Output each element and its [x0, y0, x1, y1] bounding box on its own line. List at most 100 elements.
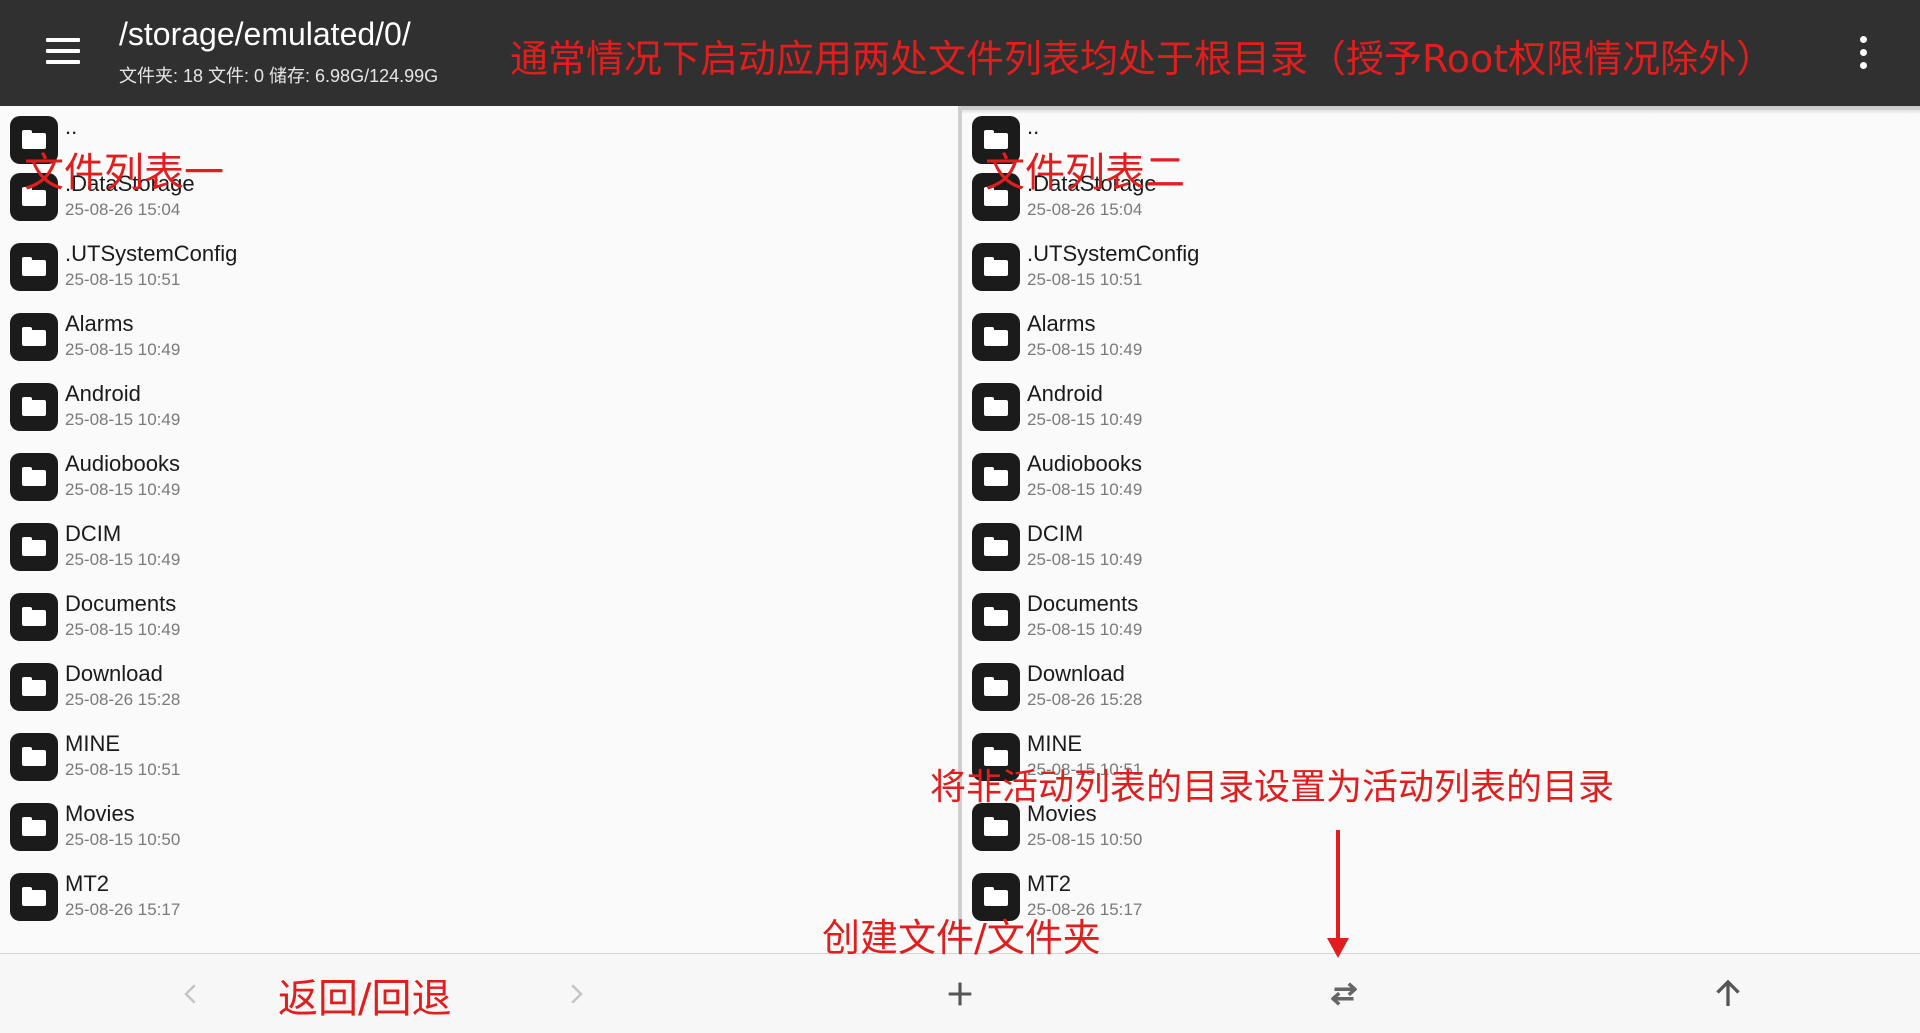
list-item[interactable]: Audiobooks 25-08-15 10:49	[0, 443, 958, 513]
folder-icon	[972, 243, 1020, 291]
item-name: Audiobooks	[1027, 451, 1142, 476]
item-name: Download	[65, 661, 163, 686]
forward-button[interactable]	[536, 954, 616, 1033]
list-item[interactable]: Alarms 25-08-15 10:49	[0, 303, 958, 373]
folder-icon	[10, 873, 58, 921]
chevron-right-icon	[571, 984, 583, 1004]
list-item[interactable]: Download 25-08-26 15:28	[0, 653, 958, 723]
item-date: 25-08-15 10:49	[1027, 340, 1143, 359]
back-button[interactable]	[151, 954, 231, 1033]
item-date: 25-08-15 10:49	[65, 550, 181, 569]
list-item[interactable]: Alarms 25-08-15 10:49	[962, 303, 1920, 373]
item-date: 25-08-15 10:49	[65, 410, 181, 429]
item-name: ..	[1027, 114, 1040, 139]
list-item[interactable]: .UTSystemConfig 25-08-15 10:51	[962, 233, 1920, 303]
item-name: Android	[65, 381, 141, 406]
item-name: Download	[1027, 661, 1125, 686]
list-item[interactable]: Android 25-08-15 10:49	[0, 373, 958, 443]
folder-icon	[972, 663, 1020, 711]
item-name: Documents	[65, 591, 177, 616]
folder-icon	[10, 453, 58, 501]
item-date: 25-08-26 15:04	[1027, 200, 1143, 219]
folder-icon	[10, 733, 58, 781]
file-list-two[interactable]: .. .DataStorage 25-08-26 15:04 .UTSystem…	[962, 106, 1920, 953]
current-path-title: /storage/emulated/0/	[119, 16, 411, 52]
item-date: 25-08-15 10:49	[1027, 410, 1143, 429]
annotation-arrow-line	[1336, 830, 1340, 942]
annotation-list-two: 文件列表二	[985, 150, 1185, 196]
plus-icon	[948, 982, 972, 1006]
item-date: 25-08-15 10:49	[65, 620, 181, 639]
list-item[interactable]: Documents 25-08-15 10:49	[0, 583, 958, 653]
list-item[interactable]: .UTSystemConfig 25-08-15 10:51	[0, 233, 958, 303]
item-name: .UTSystemConfig	[65, 241, 238, 266]
annotation-back-note: 返回/回退	[278, 976, 452, 1022]
folder-icon	[972, 313, 1020, 361]
folder-icon	[972, 383, 1020, 431]
folder-icon	[10, 243, 58, 291]
item-date: 25-08-15 10:49	[1027, 620, 1143, 639]
item-date: 25-08-15 10:49	[65, 340, 181, 359]
item-date: 25-08-26 15:28	[65, 690, 181, 709]
sync-directory-button[interactable]	[1304, 954, 1384, 1033]
item-name: DCIM	[65, 521, 122, 546]
item-date: 25-08-15 10:51	[65, 760, 181, 779]
annotation-sync-note: 将非活动列表的目录设置为活动列表的目录	[930, 767, 1615, 808]
create-file-folder-button[interactable]	[920, 954, 1000, 1033]
folder-icon	[10, 593, 58, 641]
list-item[interactable]: MT2 25-08-26 15:17	[962, 863, 1920, 933]
item-date: 25-08-15 10:49	[65, 480, 181, 499]
annotation-list-one: 文件列表一	[24, 150, 224, 196]
item-name: .UTSystemConfig	[1027, 241, 1200, 266]
folder-icon	[972, 453, 1020, 501]
item-name: Alarms	[65, 311, 134, 336]
list-item[interactable]: Android 25-08-15 10:49	[962, 373, 1920, 443]
annotation-arrow-head	[1327, 938, 1349, 958]
folder-icon	[10, 383, 58, 431]
item-date: 25-08-15 10:49	[1027, 480, 1143, 499]
more-vert-icon[interactable]	[1848, 30, 1878, 76]
item-date: 25-08-15 10:49	[1027, 550, 1143, 569]
directory-stats: 文件夹: 18 文件: 0 储存: 6.98G/124.99G	[119, 66, 439, 86]
go-up-button[interactable]	[1688, 954, 1768, 1033]
list-item[interactable]: Download 25-08-26 15:28	[962, 653, 1920, 723]
annotation-create-note: 创建文件/文件夹	[822, 916, 1101, 960]
item-date: 25-08-15 10:51	[65, 270, 181, 289]
chevron-left-icon	[184, 984, 196, 1004]
item-date: 25-08-15 10:50	[1027, 830, 1143, 849]
item-name: Documents	[1027, 591, 1139, 616]
file-list-one[interactable]: .. .DataStorage 25-08-26 15:04 .UTSystem…	[0, 106, 958, 953]
list-item[interactable]: Audiobooks 25-08-15 10:49	[962, 443, 1920, 513]
list-item[interactable]: Movies 25-08-15 10:50	[0, 793, 958, 863]
arrow-up-icon	[1716, 979, 1740, 1006]
list-item[interactable]: DCIM 25-08-15 10:49	[962, 513, 1920, 583]
folder-icon	[10, 803, 58, 851]
swap-horiz-icon	[1331, 982, 1357, 1006]
item-name: MINE	[65, 731, 120, 756]
item-date: 25-08-15 10:51	[1027, 270, 1143, 289]
panel-top-shadow	[962, 106, 1920, 114]
item-name: Android	[1027, 381, 1103, 406]
folder-icon	[972, 803, 1020, 851]
list-item[interactable]: MINE 25-08-15 10:51	[0, 723, 958, 793]
folder-icon	[972, 523, 1020, 571]
list-item[interactable]: MT2 25-08-26 15:17	[0, 863, 958, 933]
item-date: 25-08-15 10:50	[65, 830, 181, 849]
annotation-startup-note: 通常情况下启动应用两处文件列表均处于根目录（授予Root权限情况除外）	[510, 37, 1775, 81]
item-name: MT2	[1027, 871, 1071, 896]
item-name: Alarms	[1027, 311, 1096, 336]
item-date: 25-08-26 15:17	[65, 900, 181, 919]
list-item[interactable]: Documents 25-08-15 10:49	[962, 583, 1920, 653]
item-name: Audiobooks	[65, 451, 180, 476]
folder-icon	[10, 663, 58, 711]
item-date: 25-08-26 15:28	[1027, 690, 1143, 709]
folder-icon	[10, 523, 58, 571]
list-item[interactable]: DCIM 25-08-15 10:49	[0, 513, 958, 583]
item-date: 25-08-26 15:04	[65, 200, 181, 219]
folder-icon	[972, 593, 1020, 641]
folder-icon	[10, 313, 58, 361]
hamburger-menu-icon[interactable]	[40, 28, 90, 78]
item-name: Movies	[65, 801, 135, 826]
item-name: ..	[65, 114, 78, 139]
item-name: DCIM	[1027, 521, 1084, 546]
